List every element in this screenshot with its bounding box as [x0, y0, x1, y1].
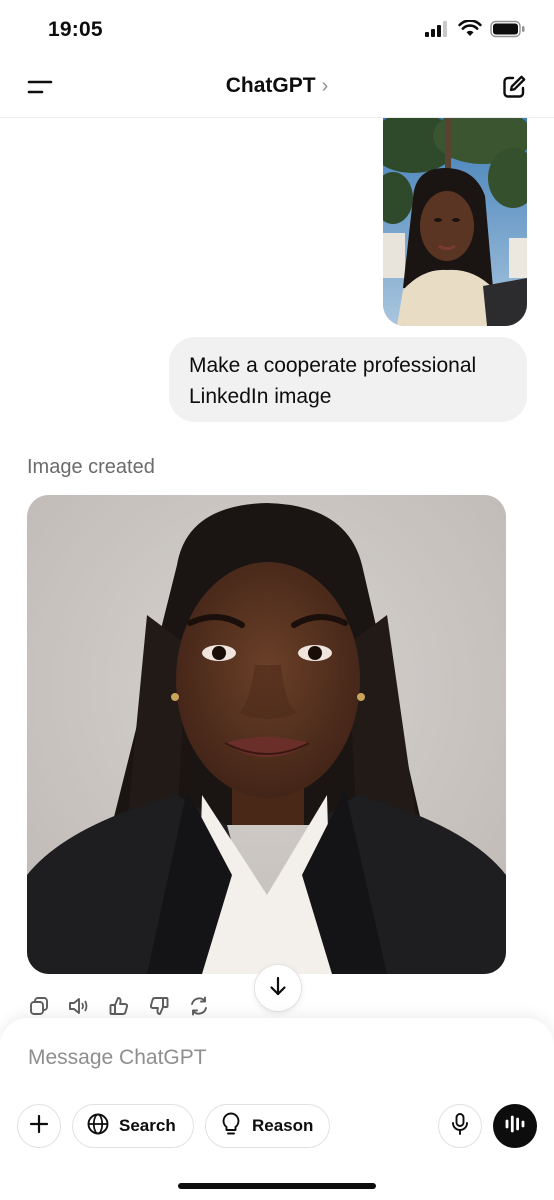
status-bar: 19:05 [0, 0, 554, 60]
model-selector[interactable]: ChatGPT › [0, 74, 554, 98]
reason-label: Reason [252, 1116, 314, 1135]
scroll-down-button[interactable] [254, 964, 302, 1012]
voice-wave-icon [503, 1113, 527, 1140]
copy-icon[interactable] [27, 994, 51, 1018]
generated-linkedin-photo[interactable] [27, 495, 506, 974]
chat-header: ChatGPT › [0, 60, 554, 118]
thumbs-up-icon[interactable] [107, 994, 131, 1018]
thumbs-down-icon[interactable] [147, 994, 171, 1018]
message-composer: Message ChatGPT Search Reason [0, 1018, 554, 1200]
regenerate-icon[interactable] [187, 994, 211, 1018]
message-input[interactable]: Message ChatGPT [28, 1046, 207, 1070]
reason-button[interactable]: Reason [205, 1104, 330, 1148]
voice-mode-button[interactable] [493, 1104, 537, 1148]
search-label: Search [119, 1116, 176, 1135]
dictate-button[interactable] [438, 1104, 482, 1148]
image-created-label: Image created [27, 456, 155, 478]
add-attachment-button[interactable] [17, 1104, 61, 1148]
globe-icon [86, 1112, 110, 1141]
new-chat-icon [500, 73, 528, 106]
user-uploaded-photo[interactable] [383, 118, 527, 326]
new-chat-button[interactable] [496, 72, 532, 106]
arrow-down-icon [267, 975, 289, 1002]
search-button[interactable]: Search [72, 1104, 194, 1148]
user-message-bubble: Make a cooperate professional LinkedIn i… [169, 337, 527, 422]
home-indicator [178, 1183, 376, 1189]
mic-icon [449, 1112, 471, 1141]
page-title: ChatGPT [225, 74, 316, 97]
chevron-right-icon: › [321, 74, 329, 97]
wifi-icon [458, 19, 482, 43]
plus-icon [28, 1113, 50, 1140]
battery-icon [490, 20, 526, 43]
status-time: 19:05 [48, 18, 103, 41]
lightbulb-icon [219, 1111, 243, 1142]
signal-icon [424, 20, 450, 43]
message-actions [27, 994, 211, 1018]
read-aloud-icon[interactable] [67, 994, 91, 1018]
status-icons [424, 19, 526, 43]
